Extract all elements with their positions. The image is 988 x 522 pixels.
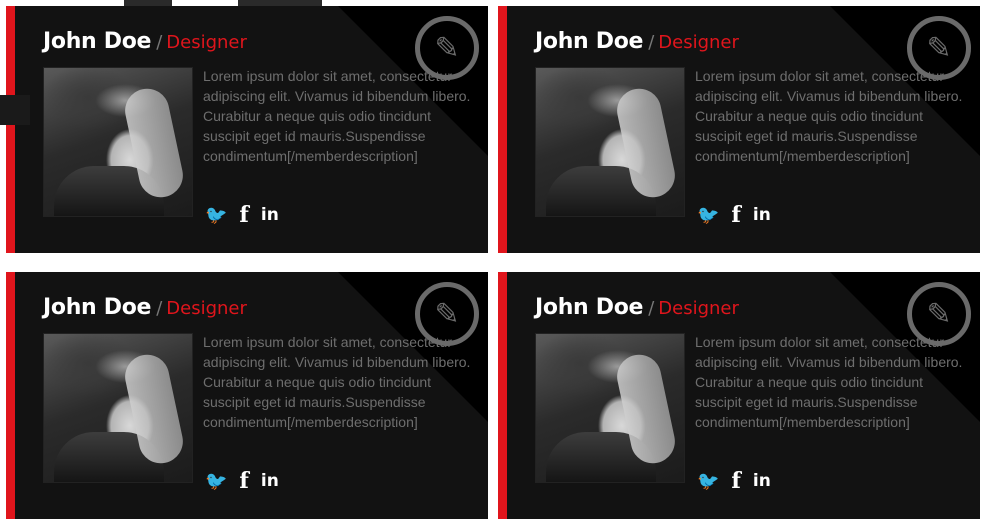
member-card: John Doe / Designer Lorem ipsum dolor sit … [6,6,488,253]
linkedin-icon[interactable]: in [261,205,279,225]
social-links: 🐦 f in [697,468,771,494]
linkedin-icon[interactable]: in [261,471,279,491]
edit-icon[interactable]: ✎ [415,16,479,80]
member-photo [535,67,685,217]
social-links: 🐦 f in [205,468,279,494]
name-separator: / [648,32,655,53]
edit-icon[interactable]: ✎ [415,282,479,346]
member-photo [43,67,193,217]
name-separator: / [156,298,163,319]
team-members-grid: John Doe / Designer Lorem ipsum dolor sit … [0,0,988,522]
member-role: Designer [658,298,739,319]
twitter-icon[interactable]: 🐦 [205,205,227,226]
twitter-icon[interactable]: 🐦 [697,471,719,492]
twitter-icon[interactable]: 🐦 [697,205,719,226]
member-card: John Doe / Designer Lorem ipsum dolor sit … [498,272,980,519]
linkedin-icon[interactable]: in [753,205,771,225]
member-photo [43,333,193,483]
member-photo [535,333,685,483]
member-description: Lorem ipsum dolor sit amet, consectetur … [695,334,963,430]
side-tab[interactable] [0,95,30,125]
member-role: Designer [166,298,247,319]
linkedin-icon[interactable]: in [753,471,771,491]
facebook-icon[interactable]: f [731,468,740,494]
edit-icon[interactable]: ✎ [907,16,971,80]
member-card: John Doe / Designer Lorem ipsum dolor sit … [6,272,488,519]
name-separator: / [648,298,655,319]
member-heading: John Doe / Designer [43,295,247,320]
member-card: John Doe / Designer Lorem ipsum dolor sit … [498,6,980,253]
member-name: John Doe [535,29,644,54]
name-separator: / [156,32,163,53]
twitter-icon[interactable]: 🐦 [205,471,227,492]
member-role: Designer [658,32,739,53]
member-description: Lorem ipsum dolor sit amet, consectetur … [695,68,963,164]
member-description: Lorem ipsum dolor sit amet, consectetur … [203,334,471,430]
edit-icon[interactable]: ✎ [907,282,971,346]
member-description: Lorem ipsum dolor sit amet, consectetur … [203,68,471,164]
facebook-icon[interactable]: f [239,468,248,494]
facebook-icon[interactable]: f [731,202,740,228]
member-name: John Doe [43,295,152,320]
member-heading: John Doe / Designer [43,29,247,54]
member-role: Designer [166,32,247,53]
social-links: 🐦 f in [205,202,279,228]
social-links: 🐦 f in [697,202,771,228]
member-heading: John Doe / Designer [535,295,739,320]
facebook-icon[interactable]: f [239,202,248,228]
member-heading: John Doe / Designer [535,29,739,54]
member-name: John Doe [43,29,152,54]
member-name: John Doe [535,295,644,320]
